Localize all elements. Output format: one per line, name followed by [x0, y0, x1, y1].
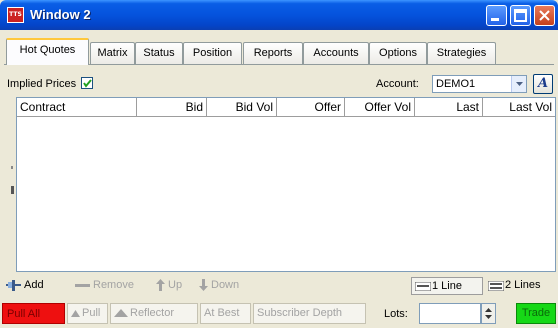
col-offer[interactable]: Offer	[277, 98, 345, 117]
pull-all-button[interactable]: Pull All	[2, 303, 65, 324]
remove-button[interactable]: Remove	[75, 279, 134, 291]
row-tools-bar: Add Remove Up Down 1 Line 2 Lines	[0, 274, 558, 298]
col-last[interactable]: Last	[415, 98, 483, 117]
arrow-up-icon	[156, 279, 165, 292]
trade-button[interactable]: Trade	[516, 303, 556, 324]
two-lines-button[interactable]: 2 Lines	[485, 277, 557, 295]
order-bar: Pull All Pull Reflector At Best Subscrib…	[0, 300, 558, 328]
line-mode-group: 1 Line 2 Lines	[411, 274, 556, 296]
col-last-vol[interactable]: Last Vol	[483, 98, 555, 117]
two-lines-icon	[488, 281, 504, 291]
font-button[interactable]: A	[533, 74, 553, 94]
reflector-icon	[114, 309, 128, 318]
up-button[interactable]: Up	[156, 279, 183, 292]
tab-position[interactable]: Position	[183, 42, 242, 64]
quotes-grid[interactable]: Contract Bid Bid Vol Offer Offer Vol Las…	[16, 97, 556, 272]
maximize-icon	[514, 9, 527, 22]
col-bid-vol[interactable]: Bid Vol	[207, 98, 277, 117]
remove-label: Remove	[93, 279, 134, 291]
lots-stepper[interactable]	[481, 303, 496, 324]
close-button[interactable]	[534, 5, 555, 26]
account-label: Account:	[376, 78, 419, 90]
col-contract[interactable]: Contract	[17, 98, 137, 117]
reflector-button[interactable]: Reflector	[110, 303, 198, 324]
implied-prices-checkbox[interactable]	[81, 77, 93, 89]
maximize-button[interactable]	[510, 5, 531, 26]
tab-accounts[interactable]: Accounts	[303, 42, 369, 64]
arrow-down-icon	[199, 279, 208, 292]
lots-input[interactable]	[419, 303, 481, 324]
tab-options[interactable]: Options	[369, 42, 427, 64]
stepper-arrows-icon	[485, 308, 492, 319]
tab-reports[interactable]: Reports	[243, 42, 303, 64]
close-icon	[539, 10, 550, 21]
two-lines-label: 2 Lines	[505, 279, 541, 291]
pull-button[interactable]: Pull	[67, 303, 108, 324]
chevron-down-icon[interactable]	[511, 76, 526, 92]
at-best-button[interactable]: At Best	[200, 303, 251, 324]
reflector-label: Reflector	[130, 307, 175, 319]
add-icon	[6, 280, 21, 292]
minimize-icon	[491, 18, 499, 21]
subscriber-depth-button[interactable]: Subscriber Depth	[253, 303, 366, 324]
one-line-button[interactable]: 1 Line	[411, 277, 483, 295]
splitter-handle[interactable]	[11, 186, 14, 194]
tab-matrix[interactable]: Matrix	[90, 42, 135, 64]
down-button[interactable]: Down	[199, 279, 240, 292]
app-icon: TTS	[7, 7, 24, 23]
down-label: Down	[211, 279, 240, 291]
add-label: Add	[24, 279, 44, 291]
add-button[interactable]: Add	[6, 279, 44, 292]
window-title: Window 2	[30, 7, 91, 22]
implied-prices-label: Implied Prices	[7, 78, 77, 90]
col-bid[interactable]: Bid	[137, 98, 207, 117]
lots-label: Lots:	[384, 308, 408, 320]
triangle-up-icon	[71, 309, 80, 317]
one-line-icon	[415, 282, 431, 291]
up-label: Up	[168, 279, 183, 291]
tab-status[interactable]: Status	[135, 42, 183, 64]
checkmark-icon	[83, 79, 92, 88]
account-value: DEMO1	[436, 78, 476, 90]
account-select[interactable]: DEMO1	[432, 75, 527, 93]
title-bar: TTS Window 2	[0, 0, 558, 30]
one-line-label: 1 Line	[432, 280, 462, 292]
col-offer-vol[interactable]: Offer Vol	[345, 98, 415, 117]
remove-icon	[75, 284, 90, 288]
pull-label: Pull	[82, 307, 101, 319]
splitter-grip[interactable]	[11, 166, 13, 169]
minimize-button[interactable]	[486, 5, 507, 26]
tab-hot-quotes[interactable]: Hot Quotes	[6, 38, 89, 65]
tab-strategies[interactable]: Strategies	[427, 42, 496, 64]
grid-header: Contract Bid Bid Vol Offer Offer Vol Las…	[17, 98, 555, 117]
